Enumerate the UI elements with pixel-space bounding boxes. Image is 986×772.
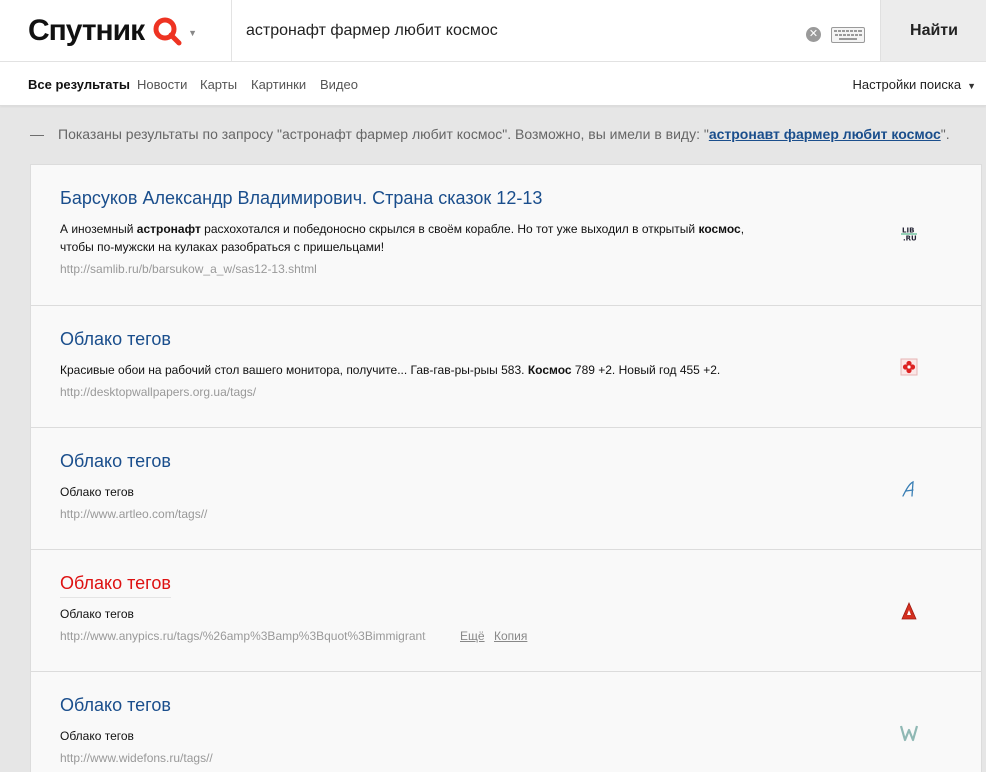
result-title[interactable]: Облако тегов [60, 573, 171, 598]
letter-a-script-icon [900, 480, 918, 498]
suggestion-suffix: ". [940, 126, 950, 142]
result-item: Облако тегов Красивые обои на рабочий ст… [31, 306, 981, 428]
suggestion-dash: — [30, 126, 44, 142]
snippet-text: 789 +2. Новый год 455 +2. [571, 363, 721, 377]
suggested-query-link[interactable]: астронавт фармер любит космос [709, 126, 941, 142]
result-url-text: http://www.anypics.ru/tags/%26amp%3Bamp%… [60, 629, 426, 643]
letter-w-icon [899, 724, 919, 742]
keyboard-icon[interactable] [831, 27, 865, 43]
logo-text: Спутник [28, 14, 145, 47]
lib-ru-icon: LIB .RU [900, 225, 918, 243]
search-tabs: Все результаты Новости Карты Картинки Ви… [0, 62, 986, 106]
result-title[interactable]: Облако тегов [60, 329, 171, 350]
snippet-text: Красивые обои на рабочий стол вашего мон… [60, 363, 528, 377]
search-settings-dropdown[interactable]: Настройки поиска ▼ [852, 77, 976, 92]
tab-maps[interactable]: Карты [200, 77, 237, 92]
snippet-highlight: космос [698, 222, 741, 236]
result-snippet: Красивые обои на рабочий стол вашего мон… [60, 361, 760, 379]
result-title[interactable]: Облако тегов [60, 451, 171, 472]
results-list: Барсуков Александр Владимирович. Страна … [30, 164, 982, 772]
result-item: Облако тегов Облако тегов http://www.art… [31, 428, 981, 550]
snippet-highlight: астронафт [136, 222, 201, 236]
result-url[interactable]: http://www.artleo.com/tags// [60, 507, 207, 521]
tab-video[interactable]: Видео [320, 77, 358, 92]
tab-news[interactable]: Новости [137, 77, 187, 92]
result-title[interactable]: Облако тегов [60, 695, 171, 716]
search-input[interactable] [246, 19, 786, 43]
result-url[interactable]: http://desktopwallpapers.org.ua/tags/ [60, 385, 256, 399]
result-item: Облако тегов Облако тегов http://www.wid… [31, 672, 981, 772]
snippet-highlight: Космос [527, 363, 572, 377]
result-snippet: Облако тегов [60, 485, 134, 499]
logo-magnifier-icon [152, 16, 182, 46]
result-snippet: А иноземный астронафт расхохотался и поб… [60, 220, 760, 256]
svg-text:.RU: .RU [903, 235, 917, 243]
more-link[interactable]: Ещё [460, 629, 485, 643]
logo[interactable]: Спутник ▼ [28, 13, 197, 49]
result-title[interactable]: Барсуков Александр Владимирович. Страна … [60, 188, 542, 209]
result-url[interactable]: http://samlib.ru/b/barsukow_a_w/sas12-13… [60, 262, 317, 276]
header: Спутник ▼ ✕ Найти [0, 0, 986, 62]
result-snippet: Облако тегов [60, 729, 134, 743]
snippet-text: А иноземный [60, 222, 137, 236]
result-item: Облако тегов Облако тегов http://www.any… [31, 550, 981, 672]
result-url[interactable]: http://www.anypics.ru/tags/%26amp%3Bamp%… [60, 629, 460, 643]
search-settings-label: Настройки поиска [852, 77, 962, 92]
flower-icon [900, 358, 918, 376]
search-button[interactable]: Найти [880, 0, 986, 61]
logo-menu-chevron-icon[interactable]: ▼ [188, 28, 197, 38]
tab-images[interactable]: Картинки [251, 77, 306, 92]
result-url[interactable]: http://www.widefons.ru/tags// [60, 751, 213, 765]
letter-a-red-icon [900, 602, 918, 620]
cached-copy-link[interactable]: Копия [494, 629, 527, 643]
snippet-text: расхохотался и победоносно скрылся в сво… [200, 222, 699, 236]
spelling-suggestion: — Показаны результаты по запросу "астрона… [30, 126, 950, 142]
search-box: ✕ [231, 0, 881, 61]
svg-text:LIB: LIB [902, 227, 914, 235]
clear-search-icon[interactable]: ✕ [806, 27, 821, 42]
result-item: Барсуков Александр Владимирович. Страна … [31, 165, 981, 306]
result-snippet: Облако тегов [60, 607, 134, 621]
chevron-down-icon: ▼ [967, 81, 976, 91]
suggestion-prefix: Показаны результаты по запросу "астронаф… [58, 126, 709, 142]
tab-all-results[interactable]: Все результаты [28, 77, 130, 92]
